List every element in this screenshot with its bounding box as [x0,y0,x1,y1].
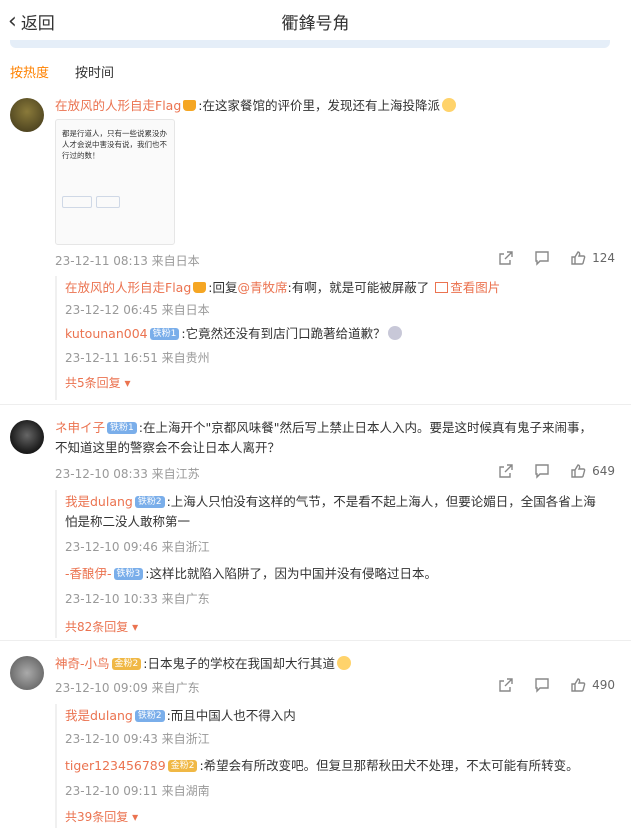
divider [0,404,631,405]
more-replies-label: 共5条回复 [65,376,121,390]
comment-text: :日本鬼子的学校在我国却大行其道 [143,656,335,671]
caret-down-icon: ▾ [132,810,139,824]
reply-meta: 23-12-12 06:45 来自日本 [65,303,210,317]
avatar[interactable] [10,656,44,690]
more-replies-label: 共39条回复 [65,810,129,824]
fan-badge: 铁粉1 [107,422,137,434]
avatar[interactable] [10,98,44,132]
comment-text: :在这家餐馆的评价里，发现还有上海投降派 [198,98,440,113]
avatar[interactable] [10,420,44,454]
mention-link[interactable]: @青牧席 [237,280,287,295]
reply-text: :有啊，就是可能被屏蔽了 [287,280,430,295]
comment-actions: 124 [498,250,615,266]
reply-item: kutounan004 铁粉1:它竟然还没有到店门口跪著给道歉？ [65,324,402,344]
more-replies-link[interactable]: 共39条回复 ▾ [65,808,138,825]
like-button[interactable]: 649 [570,463,615,479]
comment-author[interactable]: 神奇-小鸟 [55,656,110,671]
more-replies-label: 共82条回复 [65,620,129,634]
thumbs-up-icon [571,464,586,478]
smirk-emoji-icon [336,656,351,670]
fan-badge: 铁粉2 [134,496,165,508]
reply-meta: 23-12-11 16:51 来自贵州 [65,351,210,365]
like-count: 649 [592,464,615,478]
fan-badge: 金粉2 [111,658,142,670]
reply-meta: 23-12-10 09:11 来自湖南 [65,784,210,798]
face-emoji-icon [387,326,402,340]
cat-emoji-icon [441,98,456,112]
fan-badge: 铁粉2 [134,710,165,722]
reply-text: :而且中国人也不得入内 [166,708,296,723]
reply-text: :这样比就陷入陷阱了，因为中国并没有侵略过日本。 [145,566,437,581]
reply-author[interactable]: kutounan004 [65,326,148,341]
share-icon[interactable] [498,677,514,693]
caret-down-icon: ▾ [124,376,131,390]
like-count: 490 [592,678,615,692]
image-button-row [62,196,120,208]
divider [0,640,631,641]
share-icon[interactable] [498,250,514,266]
image-icon [435,282,449,293]
like-button[interactable]: 124 [570,250,615,266]
reply-meta: 23-12-10 09:43 来自浙江 [65,732,210,746]
fan-badge: 金粉2 [167,760,198,772]
tab-time[interactable]: 按时间 [75,62,114,81]
comment-icon[interactable] [534,463,550,479]
like-button[interactable]: 490 [570,677,615,693]
reply-text: :希望会有所改变吧。但复旦那帮秋田犬不处理，不太可能有所转变。 [199,758,579,773]
comment-icon[interactable] [534,677,550,693]
crown-icon [193,282,207,293]
reply-list: 我是dulang 铁粉2:而且中国人也不得入内 23-12-10 09:43 来自… [55,704,625,828]
share-icon[interactable] [498,463,514,479]
thumbs-up-icon [571,251,586,265]
comment-actions: 490 [498,677,615,693]
reply-prefix: :回复 [208,280,238,295]
fan-badge: 铁粉1 [149,328,180,340]
comment-actions: 649 [498,463,615,479]
reply-text: :它竟然还没有到店门口跪著给道歉？ [181,326,386,341]
comment-meta: 23-12-11 08:13 来自日本 [55,254,200,268]
like-count: 124 [592,251,615,265]
comment-author[interactable]: ネ申イ子 [55,420,105,435]
more-replies-link[interactable]: 共82条回复 ▾ [65,618,138,635]
reply-list: 我是dulang 铁粉2:上海人只怕没有这样的气节，不是看不起上海人，但要论媚日，… [55,490,625,638]
reply-author[interactable]: 在放风的人形自走Flag [65,280,191,295]
reply-list: 在放风的人形自走Flag :回复@青牧席:有啊，就是可能被屏蔽了 查看图片 23-… [55,276,625,400]
thumbs-up-icon [571,678,586,692]
reply-meta: 23-12-10 10:33 来自广东 [65,592,210,606]
reply-item: 在放风的人形自走Flag :回复@青牧席:有啊，就是可能被屏蔽了 查看图片 [65,278,500,298]
view-image-link[interactable]: 查看图片 [450,280,500,295]
image-caption: 都是行道人，只有一些说累没办人才会说中害没有说，我们也不行过的数！ [62,129,167,160]
comment-image[interactable]: 都是行道人，只有一些说累没办人才会说中害没有说，我们也不行过的数！ [55,119,175,245]
reply-author[interactable]: 我是dulang [65,708,133,723]
page-title: 衢鋒号角 [281,14,350,34]
reply-item: 我是dulang 铁粉2:而且中国人也不得入内 [65,706,296,726]
comment-author[interactable]: 在放风的人形自走Flag [55,98,181,113]
crown-icon [183,100,197,111]
reply-item: tiger123456789 金粉2:希望会有所改变吧。但复旦那帮秋田犬不处理，不… [65,756,579,776]
reply-item: 我是dulang 铁粉2:上海人只怕没有这样的气节，不是看不起上海人，但要论媚日，… [65,492,605,532]
top-bar: ‹ 返回 衢鋒号角 [0,0,631,42]
comment-icon[interactable] [534,250,550,266]
reply-meta: 23-12-10 09:46 来自浙江 [65,540,210,554]
sort-tabs: 按热度 按时间 [10,62,114,81]
header-divider [10,40,610,48]
reply-author[interactable]: 我是dulang [65,494,133,509]
reply-author[interactable]: tiger123456789 [65,758,166,773]
reply-author[interactable]: -香酿伊- [65,566,112,581]
reply-item: -香酿伊- 铁粉3:这样比就陷入陷阱了，因为中国并没有侵略过日本。 [65,564,437,584]
caret-down-icon: ▾ [132,620,139,634]
more-replies-link[interactable]: 共5条回复 ▾ [65,374,131,391]
fan-badge: 铁粉3 [113,568,144,580]
comment-meta: 23-12-10 08:33 来自江苏 [55,467,200,481]
tab-hot[interactable]: 按热度 [10,62,49,81]
comment-meta: 23-12-10 09:09 来自广东 [55,681,200,695]
